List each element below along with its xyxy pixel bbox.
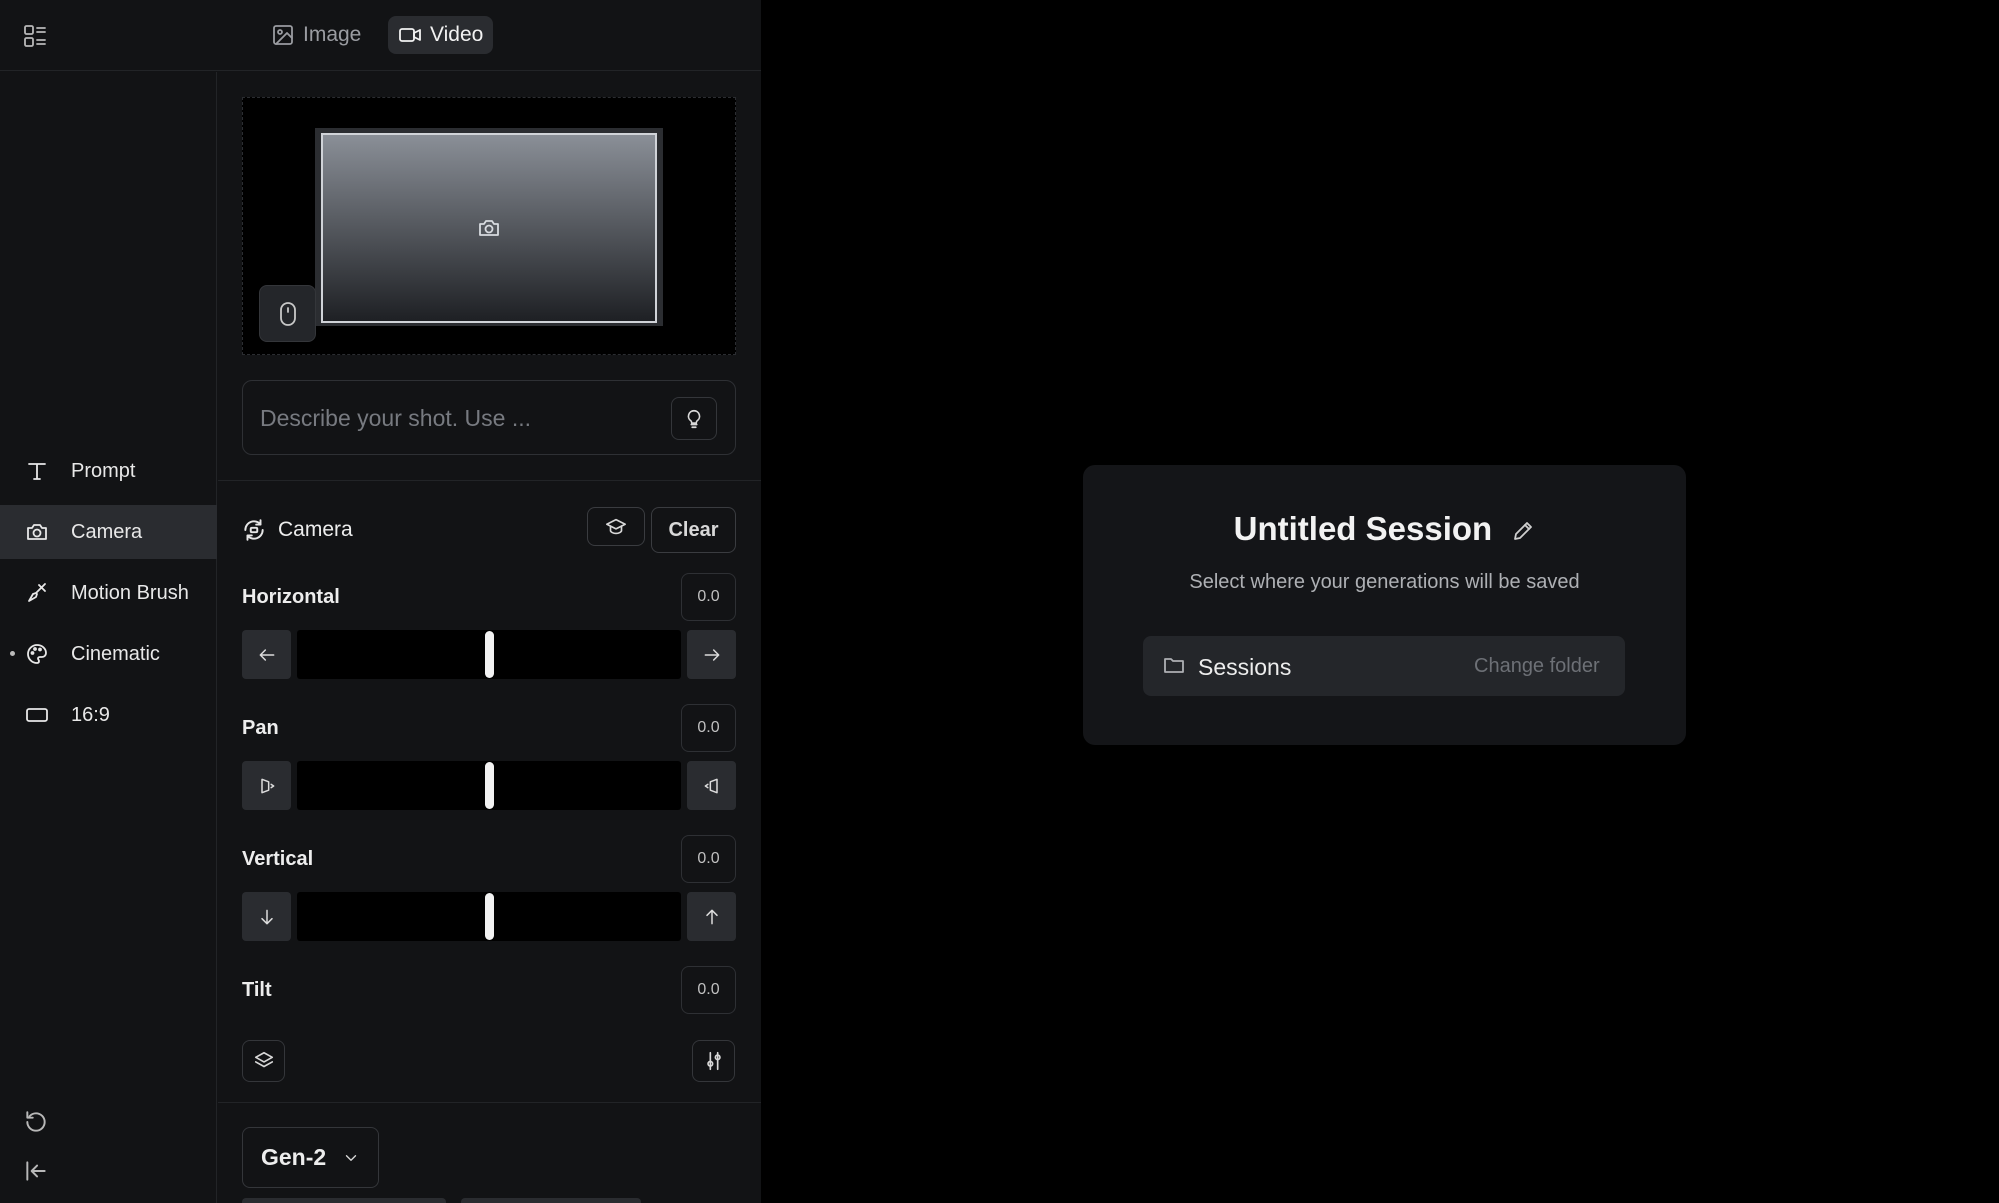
- prompt-input[interactable]: [258, 400, 658, 436]
- palette-icon: [25, 642, 49, 666]
- arrow-left-icon: [257, 645, 277, 665]
- menu-grid-icon[interactable]: [22, 23, 48, 49]
- sidebar-item-label: Camera: [71, 520, 143, 543]
- vertical-slider-thumb[interactable]: [484, 893, 494, 940]
- pan-right-button[interactable]: [687, 761, 736, 810]
- sidebar-item-label: 16:9: [71, 703, 110, 726]
- sidebar-item-label: Prompt: [71, 459, 136, 482]
- horizontal-slider-thumb[interactable]: [484, 631, 494, 678]
- tab-image[interactable]: Image: [261, 16, 371, 54]
- arrow-right-icon: [702, 645, 722, 665]
- option-button-partial[interactable]: [242, 1198, 446, 1203]
- horizontal-value[interactable]: 0.0: [681, 573, 736, 621]
- graduation-cap-icon: [604, 516, 628, 538]
- sidebar-item-label: Cinematic: [71, 642, 160, 665]
- sidebar-item-motion-brush[interactable]: Motion Brush: [0, 566, 217, 620]
- session-subtitle: Select where your generations will be sa…: [1189, 571, 1580, 593]
- sidebar-item-label: Motion Brush: [71, 581, 189, 604]
- layers-icon: [253, 1050, 275, 1072]
- mouse-icon: [277, 301, 299, 327]
- video-icon: [398, 23, 422, 47]
- camera-tutorial-button[interactable]: [587, 507, 645, 546]
- lightbulb-icon: [683, 407, 705, 431]
- camera-icon: [476, 216, 502, 240]
- sidebar-item-cinematic[interactable]: Cinematic: [0, 627, 217, 681]
- pan-left-icon: [257, 776, 277, 796]
- camera-section-title: Camera: [278, 518, 353, 541]
- tilt-value[interactable]: 0.0: [681, 966, 736, 1014]
- undo-icon[interactable]: [23, 1109, 49, 1135]
- layers-button[interactable]: [242, 1040, 285, 1082]
- tab-image-label: Image: [303, 23, 362, 46]
- horizontal-left-button[interactable]: [242, 630, 291, 679]
- horizontal-label: Horizontal: [242, 586, 340, 608]
- vertical-label: Vertical: [242, 848, 314, 870]
- model-select[interactable]: Gen-2: [242, 1127, 379, 1188]
- model-select-value: Gen-2: [261, 1144, 327, 1170]
- pan-slider-thumb[interactable]: [484, 762, 494, 809]
- vertical-down-button[interactable]: [242, 892, 291, 941]
- divider: [218, 1102, 761, 1103]
- prompt-hint-button[interactable]: [671, 397, 717, 440]
- vertical-value[interactable]: 0.0: [681, 835, 736, 883]
- sliders-icon: [703, 1050, 725, 1072]
- chevron-down-icon: [342, 1149, 360, 1167]
- text-icon: [25, 459, 49, 483]
- pan-value[interactable]: 0.0: [681, 704, 736, 752]
- collapse-sidebar-icon[interactable]: [23, 1158, 49, 1184]
- arrow-up-icon: [702, 907, 722, 927]
- image-icon: [271, 23, 295, 47]
- pan-right-icon: [702, 776, 722, 796]
- pan-label: Pan: [242, 717, 279, 739]
- adjust-settings-button[interactable]: [692, 1040, 735, 1082]
- horizontal-right-button[interactable]: [687, 630, 736, 679]
- tilt-label: Tilt: [242, 979, 272, 1001]
- session-title[interactable]: Untitled Session: [1234, 510, 1493, 547]
- pencil-icon[interactable]: [1511, 519, 1535, 543]
- divider: [218, 480, 761, 481]
- brush-icon: [25, 581, 49, 605]
- option-button-partial[interactable]: [461, 1198, 641, 1203]
- sidebar-item-camera[interactable]: Camera: [0, 505, 217, 559]
- sidebar-item-prompt[interactable]: Prompt: [0, 444, 217, 498]
- folder-icon: [1161, 653, 1187, 677]
- tab-video[interactable]: Video: [388, 16, 494, 54]
- clear-camera-button[interactable]: Clear: [651, 507, 736, 553]
- vertical-up-button[interactable]: [687, 892, 736, 941]
- mouse-control-button[interactable]: [259, 285, 316, 342]
- camera-rotate-icon: [241, 517, 267, 543]
- tab-video-label: Video: [430, 23, 484, 46]
- top-bar: [0, 0, 761, 71]
- sidebar-item-aspect-ratio[interactable]: 16:9: [0, 688, 217, 742]
- aspect-ratio-icon: [25, 703, 49, 727]
- camera-icon: [25, 520, 49, 544]
- pan-left-button[interactable]: [242, 761, 291, 810]
- session-title-row: Untitled Session: [1083, 510, 1686, 548]
- arrow-down-icon: [257, 907, 277, 927]
- folder-name: Sessions: [1198, 654, 1292, 680]
- session-card: [1083, 465, 1686, 745]
- change-folder-button[interactable]: Change folder: [1474, 655, 1600, 678]
